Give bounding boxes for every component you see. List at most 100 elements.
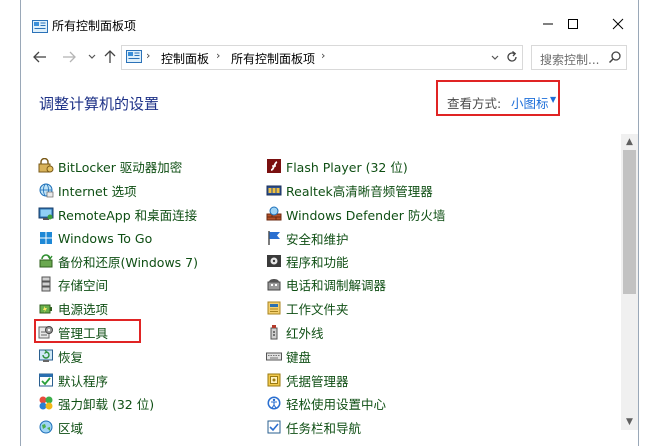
list-item[interactable]: Internet 选项 [38, 181, 137, 199]
work-folders-icon [267, 301, 281, 315]
bitlocker-icon [38, 158, 54, 173]
list-item[interactable]: Windows Defender 防火墙 [266, 205, 445, 223]
list-item[interactable]: 工作文件夹 [266, 299, 349, 317]
item-label: 存储空间 [58, 277, 109, 293]
admin-tools-highlight [34, 319, 141, 343]
control-panel-icon [126, 50, 142, 63]
programs-features-icon [267, 255, 281, 267]
search-input[interactable]: 搜索控制... [540, 51, 599, 68]
chevron-down-icon [491, 55, 499, 60]
credential-manager-icon [267, 373, 281, 387]
view-mode-selector[interactable]: 查看方式: 小图标 ▼ [436, 80, 560, 116]
firewall-icon [266, 206, 282, 221]
scroll-down-button[interactable]: ▼ [621, 414, 638, 430]
list-item[interactable]: 默认程序 [38, 371, 108, 389]
search-icon[interactable] [608, 50, 622, 64]
realtek-audio-icon [266, 185, 282, 196]
scrollbar-thumb[interactable] [623, 150, 636, 294]
breadcrumb-all-items[interactable]: 所有控制面板项 [231, 50, 315, 67]
forward-button[interactable] [59, 46, 79, 68]
keyboard-icon [266, 352, 282, 361]
window-title: 所有控制面板项 [52, 19, 137, 33]
control-panel-icon [32, 20, 48, 33]
list-item[interactable]: Flash Player (32 位) [266, 157, 408, 175]
maximize-button[interactable] [553, 11, 593, 37]
item-label: Flash Player (32 位) [286, 159, 408, 175]
internet-options-icon [39, 183, 54, 198]
list-item[interactable]: 存储空间 [38, 275, 108, 293]
item-label: Windows To Go [58, 230, 153, 246]
title-bar[interactable]: 所有控制面板项 [21, 0, 638, 36]
item-label: Windows Defender 防火墙 [286, 207, 446, 223]
caret-down-icon[interactable]: ▼ [550, 95, 556, 104]
control-panel-items: BitLocker 驱动器加密 Internet 选项 RemoteApp 和桌… [21, 134, 621, 446]
item-label: 任务栏和导航 [286, 420, 362, 436]
flash-player-icon [267, 159, 281, 173]
search-box[interactable]: 搜索控制... [531, 45, 627, 70]
list-item[interactable]: 恢复 [38, 347, 83, 365]
item-label: Internet 选项 [58, 183, 137, 199]
list-item[interactable]: 区域 [38, 418, 83, 436]
close-icon [612, 18, 624, 30]
item-label: 凭据管理器 [286, 373, 349, 389]
vertical-scrollbar[interactable]: ▲ ▼ [621, 134, 638, 430]
backup-restore-icon [39, 254, 53, 268]
list-item[interactable]: 红外线 [266, 323, 324, 341]
list-item[interactable]: 凭据管理器 [266, 371, 349, 389]
list-item[interactable]: 强力卸载 (32 位) [38, 394, 154, 412]
storage-spaces-icon [41, 276, 51, 292]
power-options-icon [39, 304, 52, 314]
list-item[interactable]: 任务栏和导航 [266, 418, 361, 436]
windows-to-go-icon [40, 232, 52, 244]
back-button[interactable] [30, 46, 50, 68]
back-arrow-icon [33, 51, 46, 63]
breadcrumb-separator[interactable]: › [146, 49, 150, 62]
item-label: 恢复 [58, 349, 84, 365]
list-item[interactable]: 电话和调制解调器 [266, 275, 386, 293]
item-label: 区域 [58, 420, 84, 436]
breadcrumb-control-panel[interactable]: 控制面板 [161, 50, 209, 67]
scroll-up-button[interactable]: ▲ [621, 134, 638, 150]
address-bar[interactable]: › 控制面板 › 所有控制面板项 › [121, 45, 523, 70]
maximize-icon [568, 19, 578, 29]
item-label: 红外线 [286, 325, 324, 341]
item-label: Realtek高清晰音频管理器 [286, 183, 433, 199]
power-uninstall-icon [39, 396, 53, 410]
list-item[interactable]: Windows To Go [38, 229, 152, 247]
ease-of-access-icon [267, 396, 281, 410]
list-item[interactable]: RemoteApp 和桌面连接 [38, 205, 197, 223]
taskbar-navigation-icon [267, 420, 281, 434]
control-panel-window: 所有控制面板项 › 控制面板 › 所有控制面板项 › 搜索控制... 调整计算机… [20, 0, 639, 446]
view-mode-label: 查看方式: [447, 96, 502, 111]
list-item[interactable]: 安全和维护 [266, 229, 349, 247]
item-label: BitLocker 驱动器加密 [58, 159, 183, 175]
phone-modem-icon [267, 279, 281, 291]
item-label: 键盘 [286, 349, 312, 365]
address-dropdown-button[interactable] [491, 49, 499, 64]
list-item[interactable]: 程序和功能 [266, 252, 349, 270]
infrared-icon [270, 325, 278, 340]
page-title: 调整计算机的设置 [39, 95, 160, 113]
item-label: RemoteApp 和桌面连接 [58, 207, 198, 223]
item-label: 电源选项 [58, 301, 109, 317]
up-arrow-icon [104, 50, 116, 63]
item-label: 程序和功能 [286, 254, 349, 270]
list-item[interactable]: 电源选项 [38, 299, 108, 317]
list-item[interactable]: BitLocker 驱动器加密 [38, 157, 182, 175]
item-label: 电话和调制解调器 [286, 277, 387, 293]
default-programs-icon [39, 373, 53, 387]
breadcrumb-separator[interactable]: › [321, 49, 325, 62]
list-item[interactable]: 轻松使用设置中心 [266, 394, 386, 412]
up-button[interactable] [100, 46, 120, 68]
list-item[interactable]: Realtek高清晰音频管理器 [266, 181, 433, 199]
list-item[interactable]: 键盘 [266, 347, 311, 365]
breadcrumb-separator[interactable]: › [216, 49, 220, 62]
recent-locations-button[interactable] [82, 46, 102, 68]
item-label: 轻松使用设置中心 [286, 396, 387, 412]
chevron-down-icon [88, 54, 96, 59]
view-mode-dropdown[interactable]: 小图标 [511, 93, 549, 112]
refresh-button[interactable] [505, 47, 521, 67]
close-button[interactable] [598, 11, 638, 37]
refresh-icon [507, 50, 517, 62]
list-item[interactable]: 备份和还原(Windows 7) [38, 252, 198, 270]
